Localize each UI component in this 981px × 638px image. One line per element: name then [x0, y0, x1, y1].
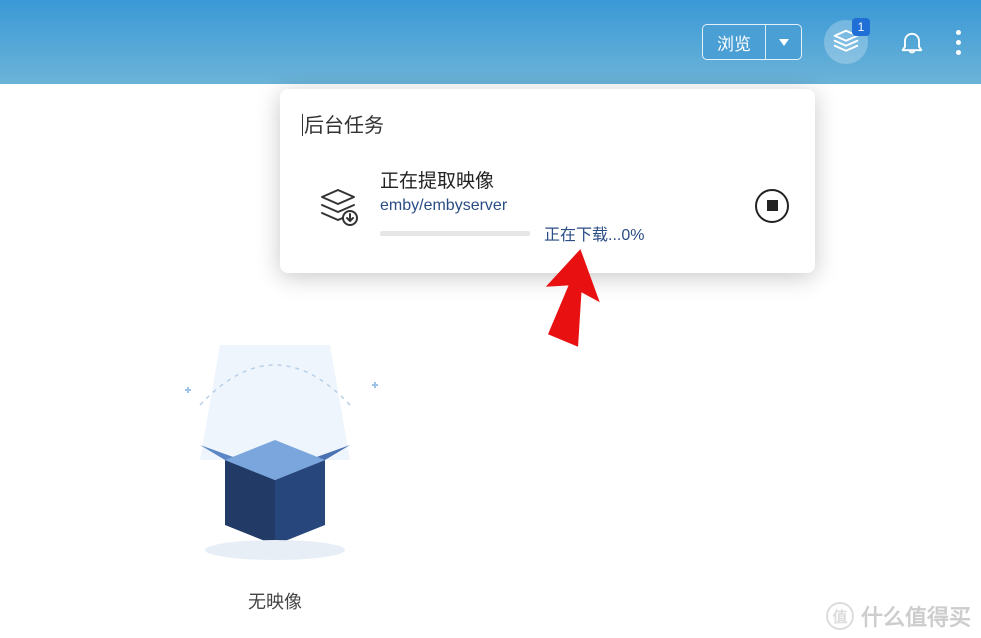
kebab-dot-icon	[956, 40, 961, 45]
popover-title: 后台任务	[280, 89, 815, 156]
browse-dropdown-toggle[interactable]	[765, 25, 801, 59]
tasks-badge: 1	[852, 18, 870, 36]
bell-icon	[898, 28, 926, 56]
stop-task-button[interactable]	[755, 189, 789, 223]
task-title: 正在提取映像	[380, 166, 735, 193]
svg-text:值: 值	[832, 608, 847, 626]
tasks-icon-button[interactable]: 1	[824, 20, 868, 64]
progress-bar	[380, 231, 530, 236]
header-bar: 浏览 1	[0, 0, 981, 84]
task-progress: 正在下载...0%	[380, 221, 735, 245]
empty-box-illustration	[140, 335, 410, 565]
browse-split-button: 浏览	[702, 24, 802, 60]
chevron-down-icon	[779, 39, 789, 46]
watermark-text: 什么值得买	[861, 600, 971, 632]
browse-button[interactable]: 浏览	[703, 25, 765, 59]
task-body: 正在提取映像 emby/embyserver 正在下载...0%	[380, 166, 735, 245]
kebab-dot-icon	[956, 50, 961, 55]
watermark: 值 什么值得买	[825, 600, 971, 632]
stop-icon	[767, 200, 778, 211]
layers-download-icon	[316, 184, 360, 228]
progress-text: 正在下载...0%	[544, 221, 644, 245]
watermark-logo-icon: 值	[825, 601, 855, 631]
empty-state: 无映像	[140, 335, 410, 614]
background-tasks-popover: 后台任务 正在提取映像 emby/embyserver 正在下载...0%	[280, 89, 815, 273]
kebab-dot-icon	[956, 30, 961, 35]
task-row: 正在提取映像 emby/embyserver 正在下载...0%	[280, 156, 815, 255]
notifications-icon-button[interactable]	[890, 20, 934, 64]
more-menu-button[interactable]	[956, 30, 961, 55]
empty-label: 无映像	[140, 588, 410, 614]
task-subtitle: emby/embyserver	[380, 197, 735, 215]
